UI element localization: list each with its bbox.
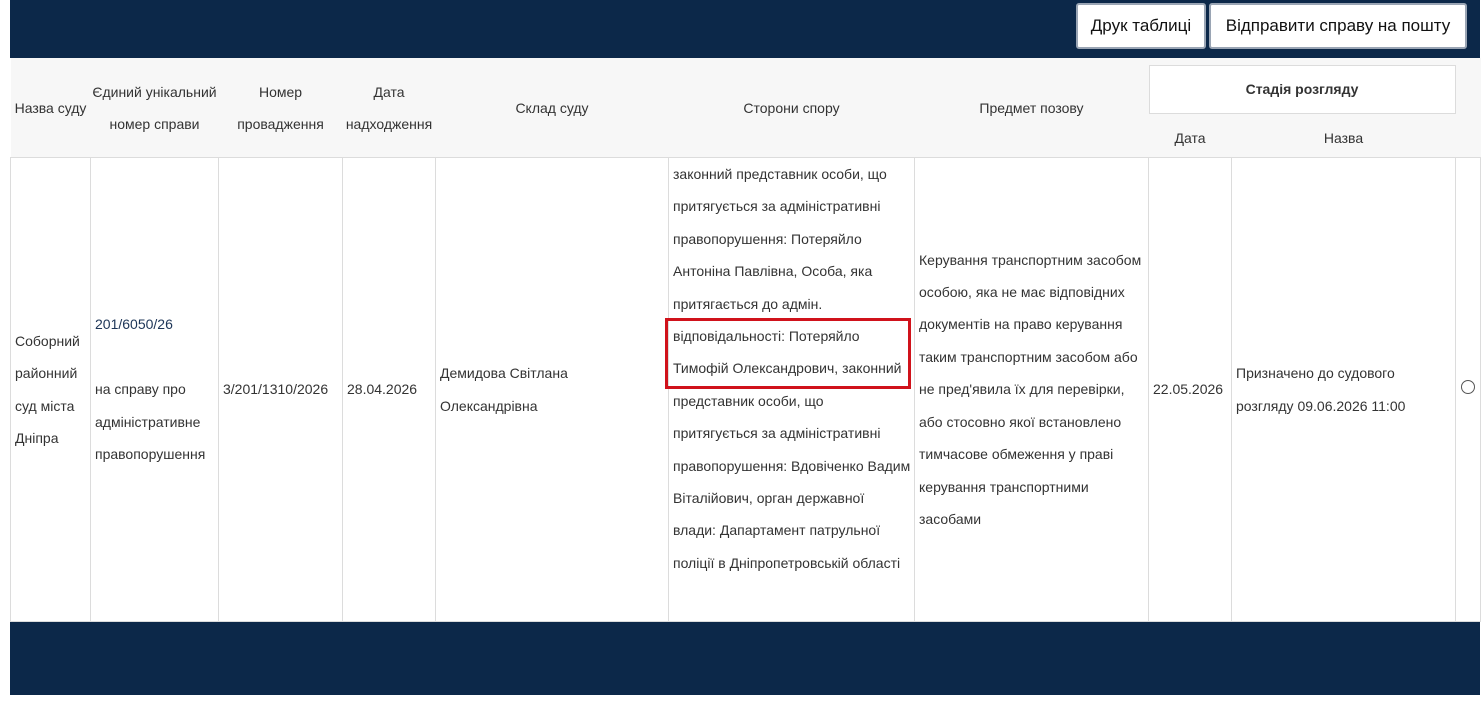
stage-date-cell: 22.05.2026 [1148, 157, 1232, 622]
parties-cell: законний представник особи, що притягуєт… [665, 157, 915, 622]
header-case-number: Єдиний унікальний номер справи [90, 58, 219, 158]
top-toolbar: Друк таблиці Відправити справу на пошту [10, 0, 1480, 58]
bottom-bar [10, 622, 1480, 695]
header-parties: Сторони спору [668, 58, 915, 158]
header-proceeding-number: Номер провадження [218, 58, 343, 158]
page: Друк таблиці Відправити справу на пошту … [10, 0, 1482, 707]
send-case-email-button[interactable]: Відправити справу на пошту [1209, 3, 1467, 49]
table-header-row: Назва суду Єдиний унікальний номер справ… [10, 58, 1481, 158]
stage-name-cell: Призначено до судового розгляду 09.06.20… [1230, 157, 1457, 622]
case-type: на справу про адміністративне правопоруш… [95, 381, 206, 463]
header-court: Назва суду [10, 58, 91, 158]
header-received-date: Дата надходження [342, 58, 436, 158]
header-stage-label: Стадія розгляду [1148, 64, 1456, 114]
header-select [1455, 58, 1481, 158]
case-number-link[interactable]: 201/6050/26 [95, 316, 173, 332]
received-date-cell: 28.04.2026 [342, 157, 436, 622]
table-row: Соборний районний суд міста Дніпра 201/6… [10, 157, 1482, 622]
cases-table: Назва суду Єдиний унікальний номер справ… [10, 58, 1482, 622]
parties-text-highlighted: відповідальності: Потеряйло Тимофій Олек… [673, 328, 860, 377]
parties-text-before: законний представник особи, що притягуєт… [673, 166, 887, 312]
composition-cell: Демидова Світлана Олександрівна [435, 157, 669, 622]
proceeding-number-cell: 3/201/1310/2026 [218, 157, 343, 622]
header-composition: Склад суду [435, 58, 669, 158]
header-stage-date: Дата [1148, 118, 1232, 158]
header-stage-name: Назва [1231, 118, 1456, 158]
header-stage: Стадія розгляду [1148, 58, 1456, 119]
court-cell: Соборний районний суд міста Дніпра [10, 157, 91, 622]
select-cell [1455, 157, 1482, 622]
row-select-radio[interactable] [1461, 380, 1476, 395]
parties-text-after: законний представник особи, що притягуєт… [673, 360, 911, 571]
print-table-button[interactable]: Друк таблиці [1076, 3, 1206, 49]
subject-cell: Керування транспортним засобом особою, я… [914, 157, 1149, 622]
header-subject: Предмет позову [914, 58, 1149, 158]
case-number-cell: 201/6050/26 на справу про адміністративн… [90, 157, 219, 622]
